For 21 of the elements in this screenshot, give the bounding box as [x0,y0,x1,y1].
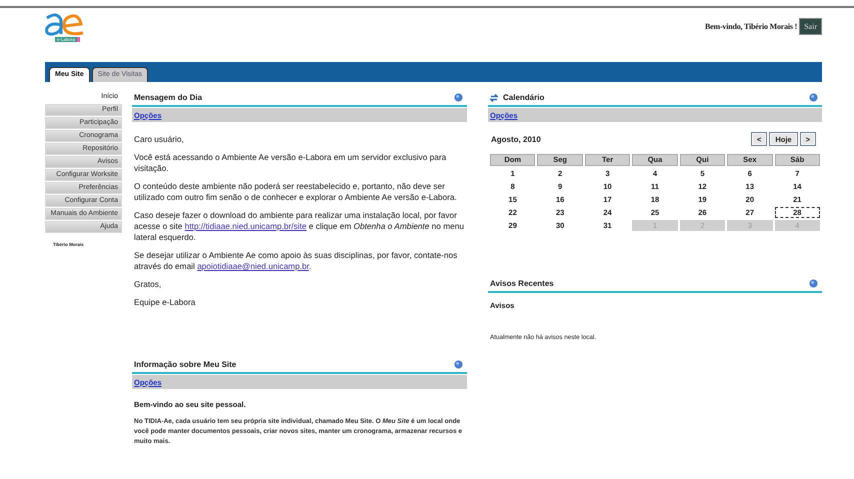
panel-title: Mensagem do Dia [134,93,204,102]
help-icon[interactable] [809,92,818,102]
month-label: Agosto, 2010 [491,134,541,144]
message-paragraph: Caro usuário, [134,134,185,145]
panel-title: Calendário [503,93,546,102]
help-icon[interactable] [454,92,463,102]
message-paragraph: Se desejar utilizar o Ambiente Ae como apoio às suas disciplinas, por favor, contate-nos através do email apoiotidiaae@nied.unicamp.br. [134,250,458,272]
logout-button[interactable]: Sair [799,18,822,35]
message-paragraph: Gratos, [134,279,162,290]
link[interactable]: apoiotidiaae@nied.unicamp.br [197,261,309,271]
panel-title: Avisos Recentes [490,279,555,288]
panel-title: Informação sobre Meu Site [134,360,238,369]
welcome-text: Bem-vindo, Tibério Morais ! [705,22,798,31]
link[interactable]: http://tidiaae.nied.unicamp.br/site [184,221,306,231]
swap-icon[interactable] [490,94,498,102]
message-paragraph: Equipe e-Labora [134,297,196,308]
help-icon[interactable] [454,360,463,368]
message-paragraph: O conteúdo deste ambiente não poderá ser reestabelecido e, portanto, não deve ser utilizado com outro fim senão o de conhecer e explorar o Ambiente Ae versão e-Labora. [134,181,458,203]
help-icon[interactable] [809,278,818,288]
message-paragraph: Você está acessando o Ambiente Ae versão e-Labora em um servidor exclusivo para visitação. [134,152,448,174]
message-paragraph: Caso deseje fazer o download do ambiente para realizar uma instalação local, por favor acesse o site http://tidiaae.nied.unicamp.br/site e clique em Obtenha o Ambiente no menu lateral esquerdo. [134,210,465,243]
